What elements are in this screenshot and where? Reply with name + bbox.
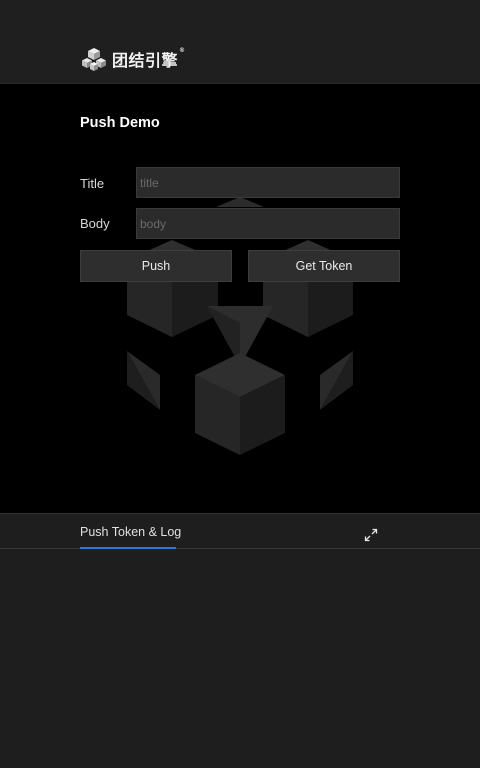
log-panel: Push Token & Log xyxy=(0,513,480,768)
get-token-button[interactable]: Get Token xyxy=(248,250,400,282)
unity-cubes-logo-icon xyxy=(82,48,106,71)
brand-name: 团结引擎® xyxy=(112,47,186,70)
unity-cubes-background-icon xyxy=(127,197,353,455)
main-content: Push Demo Title Body Push Get Token xyxy=(0,85,480,513)
get-token-button-label: Get Token xyxy=(295,259,353,273)
app-header: 团结引擎® xyxy=(0,0,480,84)
title-label: Title xyxy=(80,176,105,191)
registered-mark: ® xyxy=(179,47,186,54)
push-button-label: Push xyxy=(141,259,171,273)
page-title: Push Demo xyxy=(80,115,160,131)
expand-icon xyxy=(364,528,378,542)
log-output xyxy=(0,550,480,768)
brand-logo: 团结引擎® xyxy=(82,46,186,72)
body-input[interactable] xyxy=(136,208,400,239)
tab-push-token-log[interactable]: Push Token & Log xyxy=(80,514,181,549)
title-input[interactable] xyxy=(136,167,400,198)
body-label: Body xyxy=(80,216,110,231)
active-tab-indicator xyxy=(80,547,176,549)
push-button[interactable]: Push xyxy=(80,250,232,282)
log-panel-header: Push Token & Log xyxy=(0,514,480,549)
expand-button[interactable] xyxy=(364,528,378,542)
